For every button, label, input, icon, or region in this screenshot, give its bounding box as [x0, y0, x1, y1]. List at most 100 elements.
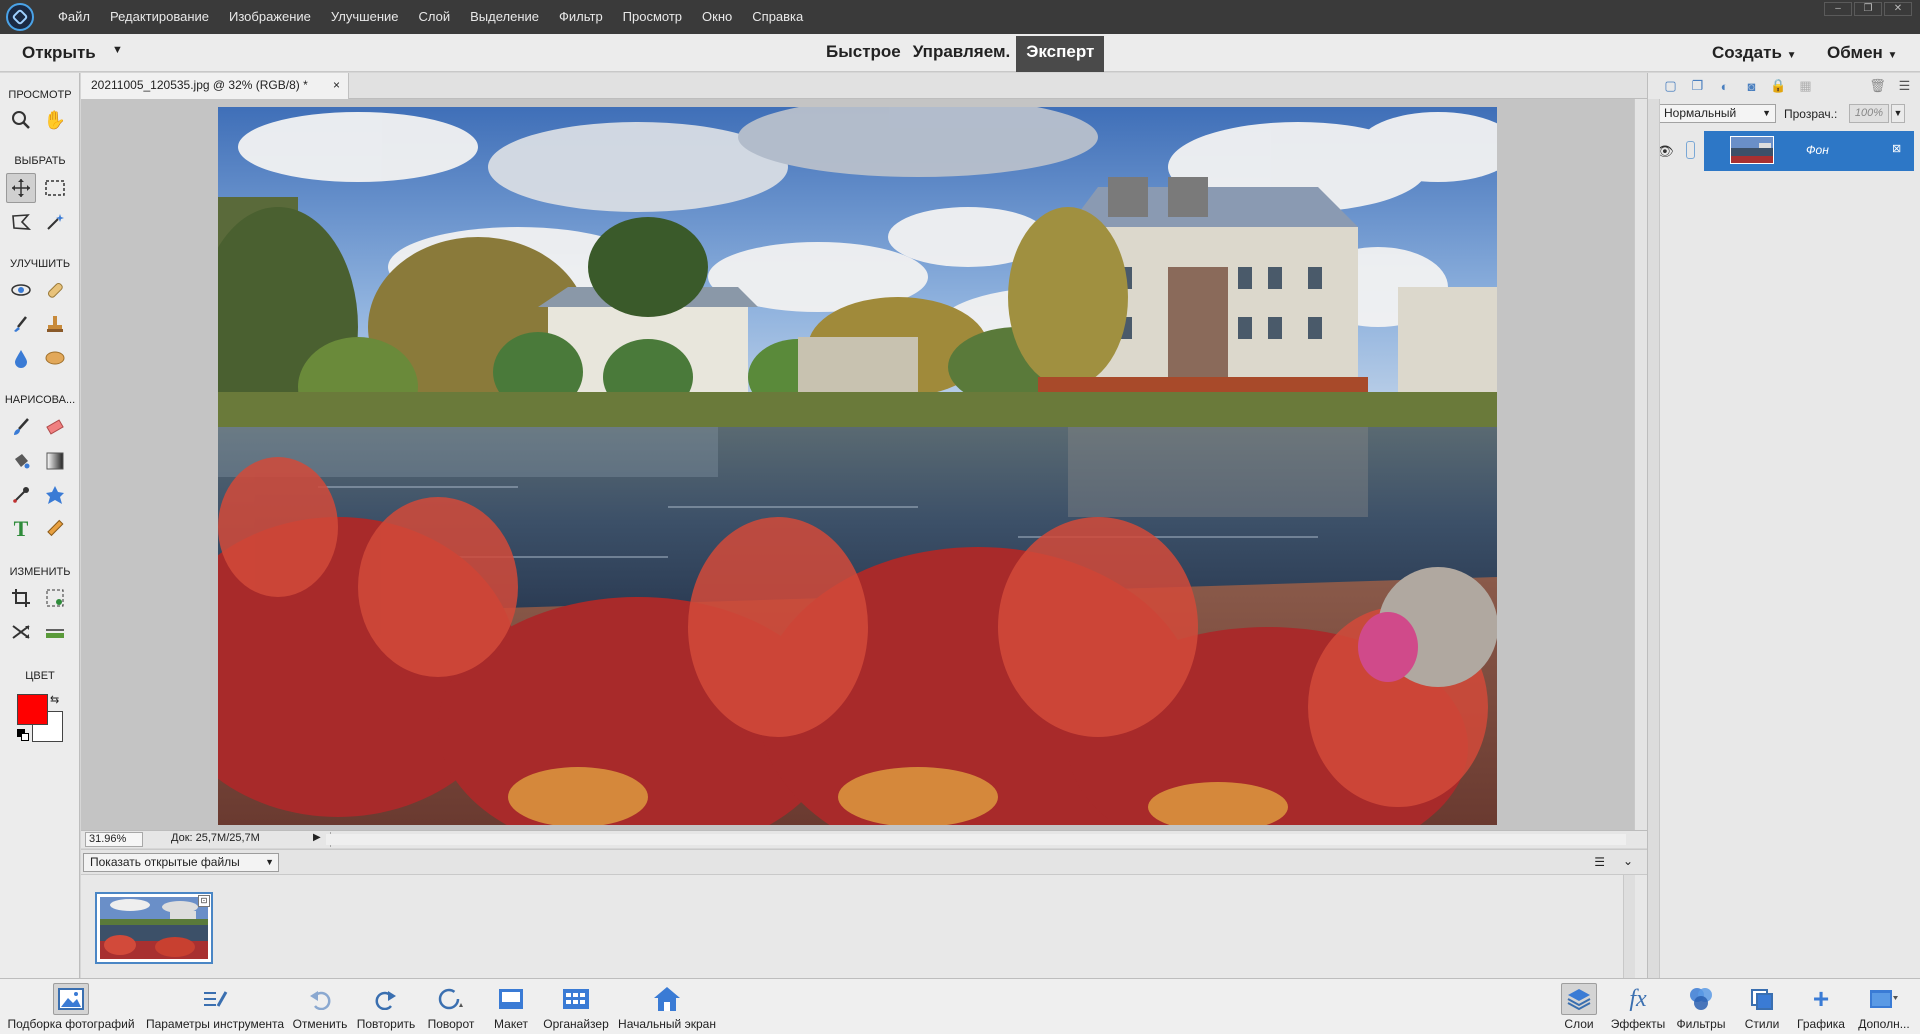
zoom-level-field[interactable]: 31.96% [85, 832, 143, 847]
red-eye-tool-icon[interactable] [6, 275, 36, 305]
graphics-button[interactable]: + Графика [1792, 983, 1850, 1033]
redo-button[interactable]: Повторить [352, 983, 420, 1033]
layer-link-icon[interactable] [1686, 141, 1695, 159]
home-screen-button[interactable]: Начальный экран [612, 983, 722, 1033]
open-dropdown-icon[interactable]: ▼ [112, 44, 123, 56]
layer-item-background[interactable]: Фон ⊠ [1704, 131, 1914, 171]
status-menu-arrow-icon[interactable]: ▶ [313, 832, 321, 843]
menu-view[interactable]: Просмотр [613, 0, 692, 34]
blur-tool-icon[interactable] [6, 343, 36, 373]
organizer-icon [558, 983, 594, 1015]
layer-mask-icon[interactable]: ◙ [1743, 78, 1760, 95]
menu-edit[interactable]: Редактирование [100, 0, 219, 34]
zoom-tool-icon[interactable] [6, 105, 36, 135]
foreground-color-swatch[interactable] [17, 694, 48, 725]
eraser-tool-icon[interactable] [40, 412, 70, 442]
layers-button[interactable]: Слои [1556, 983, 1602, 1033]
menu-layer[interactable]: Слой [408, 0, 460, 34]
lock-transparency-icon[interactable]: ▦ [1797, 78, 1814, 95]
brush-tool-icon[interactable] [6, 412, 36, 442]
canvas-vertical-scrollbar[interactable] [1634, 99, 1647, 830]
type-tool-icon[interactable]: T [6, 514, 36, 544]
layer-lock-status-icon[interactable]: ⊠ [1892, 142, 1908, 158]
chevron-down-icon: ▼ [1762, 108, 1771, 118]
opacity-input[interactable]: 100% [1849, 104, 1889, 123]
menu-file[interactable]: Файл [48, 0, 100, 34]
new-layer-icon[interactable]: ▢ [1662, 78, 1679, 95]
lock-all-icon[interactable]: 🔒 [1770, 78, 1787, 95]
close-icon[interactable]: ✕ [1884, 2, 1912, 16]
share-button[interactable]: Обмен ▼ [1827, 43, 1897, 63]
custom-shape-tool-icon[interactable] [40, 480, 70, 510]
canvas-area[interactable] [81, 99, 1634, 830]
minimize-icon[interactable]: – [1824, 2, 1852, 16]
menu-filter[interactable]: Фильтр [549, 0, 613, 34]
content-aware-move-tool-icon[interactable] [6, 617, 36, 647]
marquee-tool-icon[interactable] [40, 173, 70, 203]
canvas-photo[interactable] [218, 107, 1497, 825]
blend-mode-select[interactable]: Нормальный ▼ [1657, 104, 1776, 123]
panel-scrollbar[interactable] [1648, 99, 1660, 978]
filters-button[interactable]: Фильтры [1670, 983, 1732, 1033]
photo-bin-thumbnail[interactable]: ⊡ [95, 892, 213, 964]
effects-button[interactable]: fx Эффекты [1606, 983, 1670, 1033]
clone-stamp-tool-icon[interactable] [40, 309, 70, 339]
layer-row[interactable]: 👁 Фон ⊠ [1652, 131, 1914, 171]
menu-window[interactable]: Окно [692, 0, 742, 34]
new-group-icon[interactable]: ❐ [1689, 78, 1706, 95]
gradient-tool-icon[interactable] [40, 446, 70, 476]
straighten-tool-icon[interactable] [40, 617, 70, 647]
styles-button[interactable]: Стили [1736, 983, 1788, 1033]
lasso-tool-icon[interactable] [6, 207, 36, 237]
opacity-dropdown-icon[interactable]: ▼ [1891, 104, 1905, 123]
default-colors-icon[interactable] [17, 729, 29, 741]
adjustment-layer-icon[interactable]: ◐ [1716, 78, 1733, 95]
swap-colors-icon[interactable]: ⇆ [50, 693, 59, 706]
pencil-tool-icon[interactable] [40, 514, 70, 544]
panel-menu-icon[interactable]: ☰ [1896, 78, 1913, 95]
hand-tool-icon[interactable]: ✋ [40, 105, 70, 135]
more-button[interactable]: Дополн... [1852, 983, 1916, 1033]
sponge-tool-icon[interactable] [40, 343, 70, 373]
create-button[interactable]: Создать ▼ [1712, 43, 1797, 63]
close-icon[interactable]: × [333, 73, 340, 97]
paint-bucket-tool-icon[interactable] [6, 446, 36, 476]
menu-enhance[interactable]: Улучшение [321, 0, 409, 34]
healing-brush-tool-icon[interactable] [40, 275, 70, 305]
move-tool-icon[interactable] [6, 173, 36, 203]
smart-brush-tool-icon[interactable] [6, 309, 36, 339]
layers-label: Слои [1564, 1017, 1594, 1031]
menu-select[interactable]: Выделение [460, 0, 549, 34]
photo-bin-button[interactable]: Подборка фотографий [0, 983, 142, 1033]
app-logo-icon[interactable] [6, 3, 34, 31]
restore-icon[interactable]: ❐ [1854, 2, 1882, 16]
tab-expert[interactable]: Эксперт [1016, 36, 1105, 72]
delete-layer-icon[interactable]: 🗑 [1869, 78, 1886, 95]
layout-button[interactable]: Макет [482, 983, 540, 1033]
chevron-down-icon: ▼ [1887, 50, 1898, 61]
eyedropper-tool-icon[interactable] [6, 480, 36, 510]
collapse-panel-icon[interactable]: ⌄ [1623, 854, 1633, 868]
section-color-label: ЦВЕТ [25, 670, 55, 682]
tab-guided[interactable]: Управляем. [907, 36, 1017, 72]
canvas-horizontal-scrollbar[interactable] [326, 834, 1626, 845]
undo-button[interactable]: Отменить [288, 983, 352, 1033]
photo-bin-filter-select[interactable]: Показать открытые файлы ▼ [83, 853, 279, 872]
rotate-button[interactable]: Поворот [420, 983, 482, 1033]
photo-bin-menu-icon[interactable]: ☰ [1594, 855, 1605, 869]
recompose-tool-icon[interactable] [40, 583, 70, 613]
open-button[interactable]: Открыть [22, 43, 96, 63]
crop-tool-icon[interactable] [6, 583, 36, 613]
tool-options-button[interactable]: Параметры инструмента [142, 983, 288, 1033]
layers-panel: ▢ ❐ ◐ ◙ 🔒 ▦ 🗑 ☰ Нормальный ▼ Прозрач.: 1… [1647, 73, 1920, 978]
menu-help[interactable]: Справка [742, 0, 813, 34]
photo-bin-scrollbar[interactable] [1623, 875, 1635, 978]
toolbox: ПРОСМОТР ✋ ВЫБРАТЬ УЛУЧШИТЬ НАРИСОВА... [0, 73, 80, 978]
organizer-button[interactable]: Органайзер [540, 983, 612, 1033]
document-size-info: Док: 25,7M/25,7M [171, 832, 331, 847]
menu-image[interactable]: Изображение [219, 0, 321, 34]
tab-quick[interactable]: Быстрое [820, 36, 907, 72]
magic-wand-tool-icon[interactable] [40, 207, 70, 237]
document-tab[interactable]: 20211005_120535.jpg @ 32% (RGB/8) * × [81, 73, 349, 99]
tool-options-icon [197, 983, 233, 1015]
